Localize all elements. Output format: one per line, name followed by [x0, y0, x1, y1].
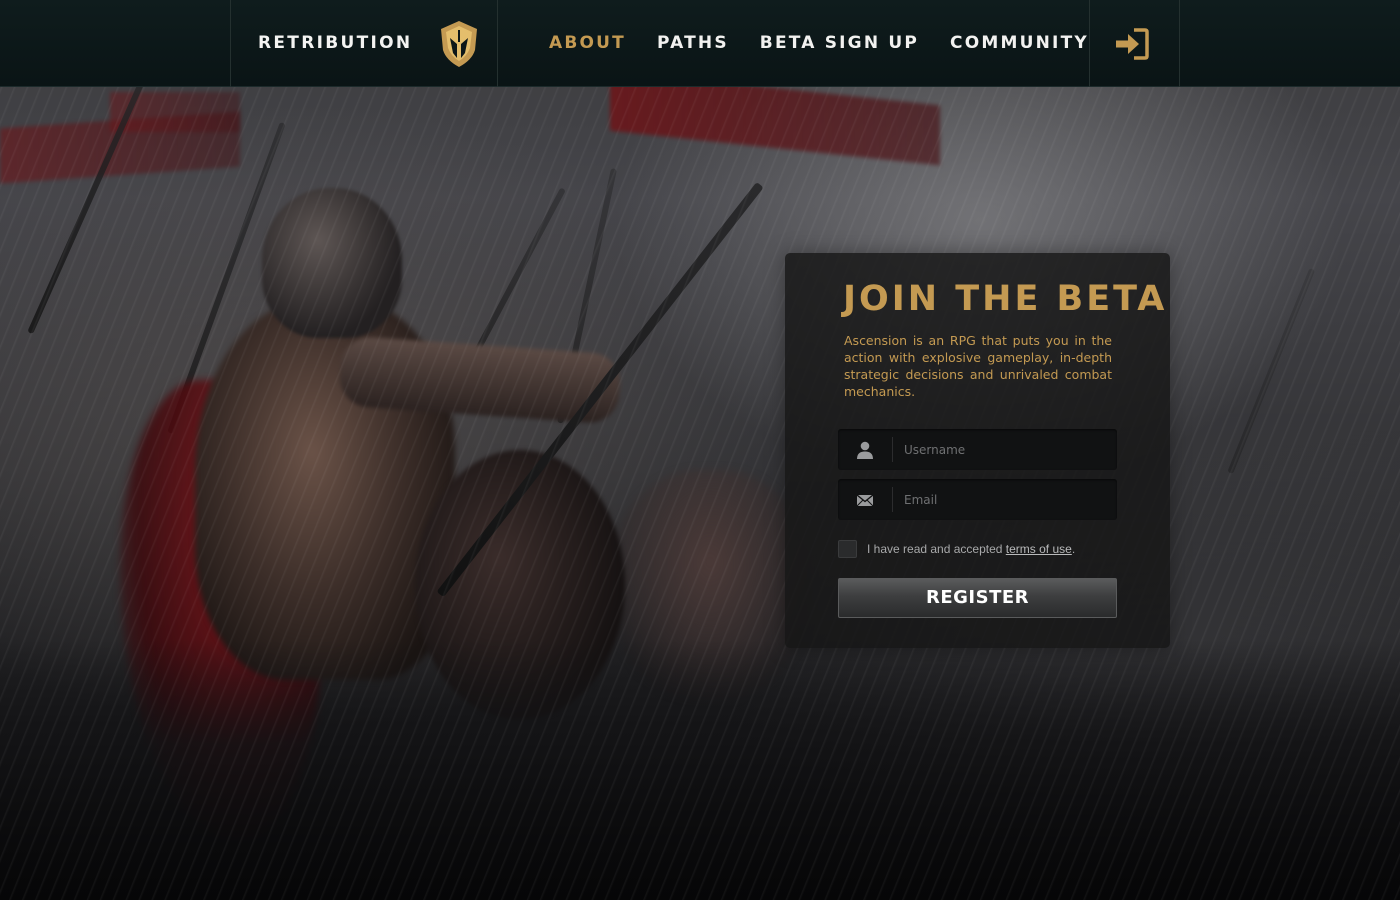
terms-checkbox[interactable] [838, 540, 857, 558]
email-field[interactable] [838, 479, 1117, 520]
header-divider [230, 0, 231, 87]
field-divider [892, 437, 893, 462]
nav-community[interactable]: COMMUNITY [950, 31, 1089, 55]
envelope-icon [856, 494, 874, 507]
shield-helmet-icon[interactable] [440, 20, 478, 68]
terms-label: I have read and accepted terms of use. [867, 541, 1075, 557]
user-icon [857, 441, 873, 459]
header-divider [1179, 0, 1180, 87]
signup-description: Ascension is an RPG that puts you in the… [844, 333, 1112, 399]
signup-title: JOIN THE BETA [843, 279, 1168, 319]
nav-about[interactable]: ABOUT [549, 31, 626, 55]
header-divider [497, 0, 498, 87]
background-art [0, 0, 1400, 900]
username-input[interactable] [904, 429, 1109, 470]
terms-prefix: I have read and accepted [867, 542, 1006, 556]
sign-in-icon[interactable] [1114, 27, 1150, 61]
email-input[interactable] [904, 479, 1109, 520]
terms-of-use-link[interactable]: terms of use [1006, 542, 1072, 556]
brand-name: RETRIBUTION [258, 33, 413, 53]
brand-logo-link[interactable]: RETRIBUTION [258, 33, 412, 53]
field-divider [892, 487, 893, 512]
register-button[interactable]: REGISTER [838, 578, 1117, 618]
main-nav: ABOUT PATHS BETA SIGN UP COMMUNITY [549, 31, 1120, 55]
rain-overlay [0, 0, 1400, 900]
nav-paths[interactable]: PATHS [657, 31, 729, 55]
terms-suffix: . [1071, 542, 1076, 556]
top-navbar: RETRIBUTION ABOUT PATHS BETA SIGN UP COM… [0, 0, 1400, 87]
nav-beta-sign-up[interactable]: BETA SIGN UP [760, 31, 919, 55]
username-field[interactable] [838, 429, 1117, 470]
